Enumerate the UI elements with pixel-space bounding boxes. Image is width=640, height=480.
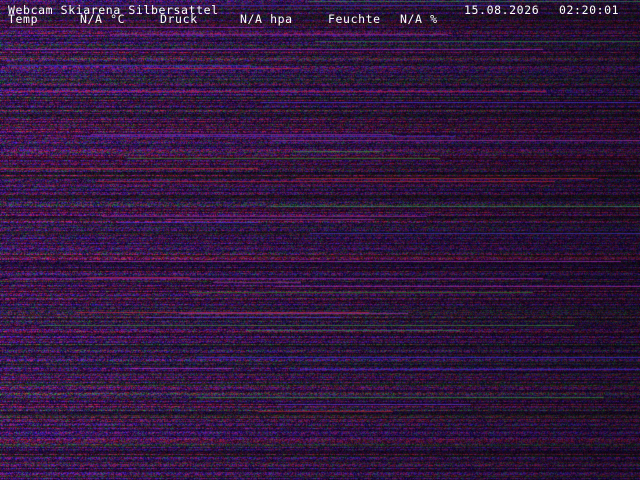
- temp-value: N/A °C: [80, 12, 126, 26]
- pressure-label: Druck: [160, 12, 198, 26]
- date-readout: 15.08.2026: [464, 3, 540, 17]
- humidity-label: Feuchte: [328, 12, 381, 26]
- info-overlay: Webcam Skiarena Silbersattel 15.08.2026 …: [0, 0, 640, 30]
- temp-label: Temp: [8, 12, 39, 26]
- pressure-value: N/A hpa: [240, 12, 293, 26]
- time-readout: 02:20:01: [559, 3, 620, 17]
- static-noise-image: [0, 0, 640, 480]
- webcam-frame: Webcam Skiarena Silbersattel 15.08.2026 …: [0, 0, 640, 480]
- humidity-value: N/A %: [400, 12, 438, 26]
